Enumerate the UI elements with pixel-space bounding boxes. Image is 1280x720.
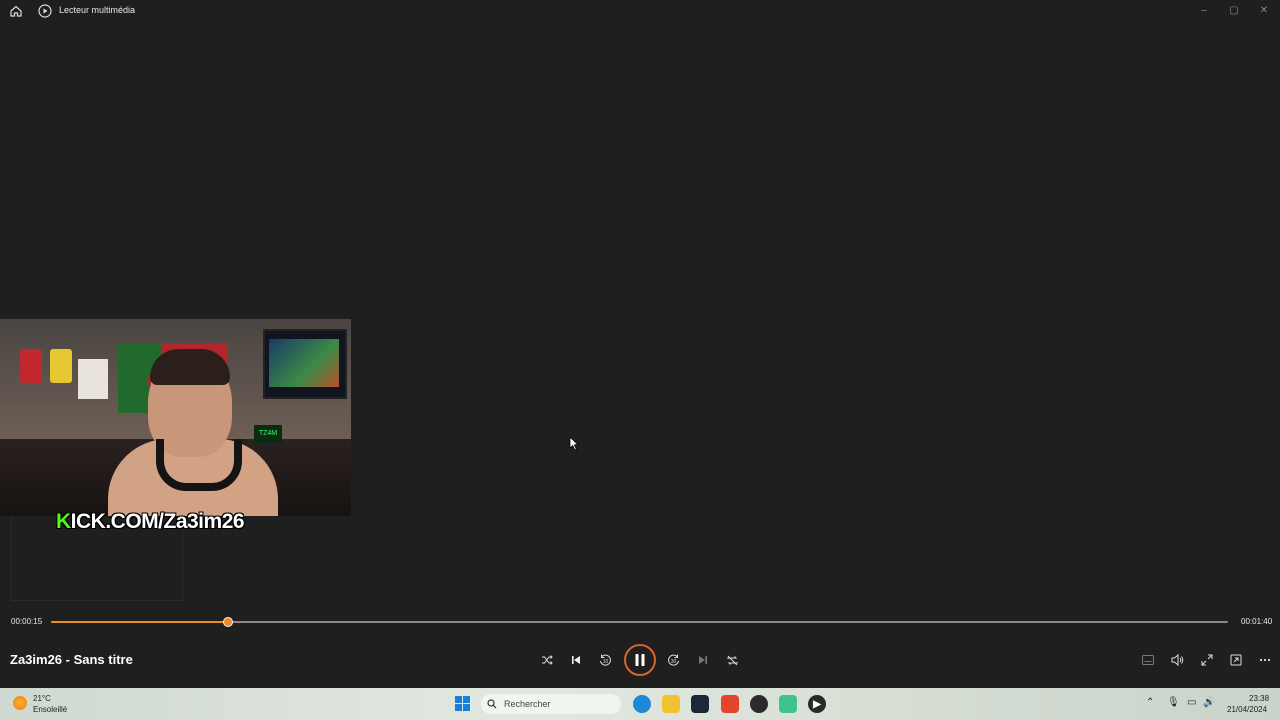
seek-bar-fill xyxy=(51,621,228,623)
clock-time[interactable]: 23:38 xyxy=(1249,694,1269,703)
obs-icon[interactable] xyxy=(750,695,768,713)
total-time: 00:01:40 xyxy=(1241,617,1273,626)
weather-condition[interactable]: Ensoleillé xyxy=(33,705,67,714)
network-icon[interactable]: ▭ xyxy=(1187,697,1196,708)
repeat-button[interactable] xyxy=(721,649,743,671)
volume-button[interactable] xyxy=(1166,649,1188,671)
fullscreen-button[interactable] xyxy=(1196,649,1218,671)
edge-icon[interactable] xyxy=(633,695,651,713)
media-title: Za3im26 - Sans titre xyxy=(10,652,133,667)
current-time: 00:00:15 xyxy=(11,617,43,626)
forward-30-button[interactable]: 30 xyxy=(663,649,685,671)
clock-date[interactable]: 21/04/2024 xyxy=(1227,705,1267,714)
kick-url: ICK.COM/Za3im26 xyxy=(70,510,245,533)
more-button[interactable] xyxy=(1254,649,1276,671)
previous-icon xyxy=(572,656,580,664)
volume-icon xyxy=(1171,654,1183,666)
video-monitor xyxy=(263,329,347,399)
subtitles-icon xyxy=(1142,655,1154,665)
taskbar-search[interactable] xyxy=(481,694,621,714)
svg-text:10: 10 xyxy=(603,659,609,665)
rewind-10-icon: 10 xyxy=(600,654,611,666)
video-headphones xyxy=(156,439,242,491)
pause-icon xyxy=(635,654,645,666)
video-neon-sign: TZ4M xyxy=(254,425,282,443)
rewind-10-button[interactable]: 10 xyxy=(594,649,616,671)
forward-30-icon: 30 xyxy=(668,654,679,666)
search-icon xyxy=(487,699,497,709)
home-icon[interactable] xyxy=(9,4,23,18)
search-placeholder: Rechercher xyxy=(504,699,551,709)
title-bar: Lecteur multimédia – ▢ ✕ xyxy=(0,0,1280,22)
weather-temp[interactable]: 21°C xyxy=(33,694,51,703)
media-player-taskbar-icon[interactable]: ▶ xyxy=(808,695,826,713)
media-player-app-icon xyxy=(38,4,52,18)
mouse-cursor-icon xyxy=(569,436,579,451)
microphone-icon[interactable]: 🎙 xyxy=(1167,697,1180,708)
maximize-button[interactable]: ▢ xyxy=(1226,3,1242,19)
video-overlay-text: KICK.COM/Za3im26 xyxy=(56,510,245,534)
video-poster xyxy=(78,359,108,399)
miniplayer-button[interactable] xyxy=(1225,649,1247,671)
pause-button[interactable] xyxy=(624,644,656,676)
previous-button[interactable] xyxy=(565,649,587,671)
speaker-icon[interactable]: 🔊 xyxy=(1203,697,1215,708)
next-icon xyxy=(699,656,707,664)
chevron-up-icon[interactable]: ⌃ xyxy=(1146,697,1154,708)
close-button[interactable]: ✕ xyxy=(1256,3,1272,19)
video-jersey xyxy=(50,349,72,383)
brave-icon[interactable] xyxy=(721,695,739,713)
video-jersey xyxy=(20,349,42,383)
repeat-off-icon xyxy=(727,655,737,665)
shuffle-button[interactable] xyxy=(536,649,558,671)
svg-text:30: 30 xyxy=(671,659,677,665)
fullscreen-icon xyxy=(1201,654,1213,666)
window-title: Lecteur multimédia xyxy=(59,5,136,15)
next-button[interactable] xyxy=(692,649,714,671)
kick-logo-letter: K xyxy=(56,510,71,533)
shuffle-icon xyxy=(542,655,553,665)
video-frame[interactable]: TZ4M xyxy=(0,319,351,516)
miniplayer-icon xyxy=(1230,654,1242,666)
minimize-button[interactable]: – xyxy=(1196,3,1212,19)
start-button[interactable] xyxy=(455,696,470,711)
seek-bar[interactable] xyxy=(51,617,1228,627)
steam-icon[interactable] xyxy=(691,695,709,713)
windows-logo-icon xyxy=(455,696,462,703)
more-icon xyxy=(1259,658,1271,662)
seek-bar-thumb[interactable] xyxy=(222,617,233,627)
subtitles-button[interactable] xyxy=(1137,649,1159,671)
file-explorer-icon[interactable] xyxy=(662,695,680,713)
chat-app-icon[interactable] xyxy=(779,695,797,713)
sun-icon[interactable] xyxy=(13,696,27,710)
video-person-hair xyxy=(150,349,230,385)
